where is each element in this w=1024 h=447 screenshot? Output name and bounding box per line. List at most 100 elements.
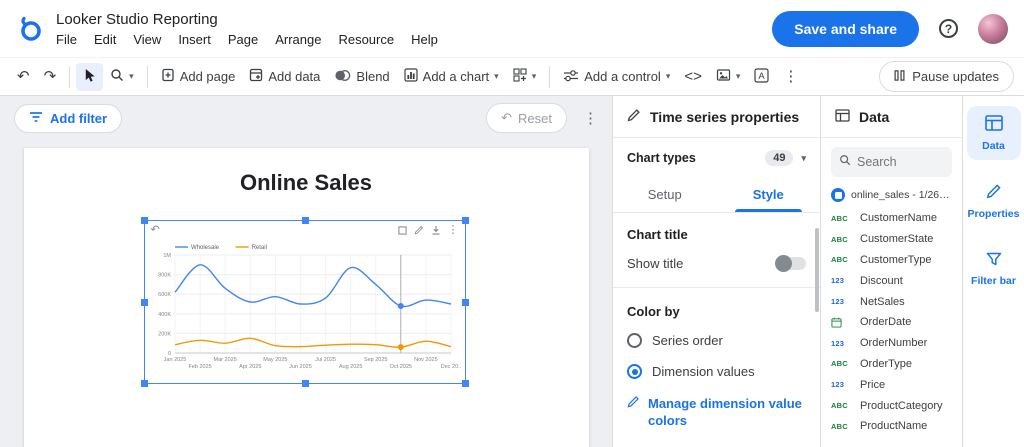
embed-url-button[interactable]: <> xyxy=(677,65,709,89)
field-productcategory[interactable]: ABC ProductCategory xyxy=(821,395,962,416)
chart-edit-icon[interactable] xyxy=(414,225,424,235)
manage-link-label: Manage dimension value colors xyxy=(648,396,802,428)
chevron-down-icon: ▾ xyxy=(665,71,671,81)
undo-button[interactable]: ↶ xyxy=(10,65,37,89)
field-name: ProductName xyxy=(860,420,928,433)
rail-filter-bar-button[interactable]: Filter bar xyxy=(967,242,1021,296)
search-input[interactable] xyxy=(857,155,937,169)
resize-handle-n[interactable] xyxy=(301,217,309,224)
menubar: File Edit View Insert Page Arrange Resource Hel… xyxy=(56,32,438,47)
field-productname[interactable]: ABC ProductName xyxy=(821,416,962,437)
menu-help[interactable]: Help xyxy=(411,32,438,47)
add-text-button[interactable]: A xyxy=(747,63,776,91)
add-chart-button[interactable]: Add a chart ▾ xyxy=(397,63,506,90)
show-title-toggle[interactable] xyxy=(775,255,806,272)
rail-data-button[interactable]: Data xyxy=(966,106,1021,160)
resize-handle-nw[interactable] xyxy=(140,217,148,224)
looker-studio-logo-icon[interactable] xyxy=(16,15,44,43)
chart-types-selector[interactable]: Chart types 49 ▾ xyxy=(613,138,820,178)
resize-handle-sw[interactable] xyxy=(140,380,148,387)
add-image-button[interactable]: ▾ xyxy=(709,64,748,89)
show-title-label: Show title xyxy=(627,256,684,271)
manage-dimension-colors-link[interactable]: Manage dimension value colors xyxy=(627,395,806,429)
svg-text:Jan 2025: Jan 2025 xyxy=(163,357,186,363)
add-filter-button[interactable]: Add filter xyxy=(14,103,123,133)
data-source-row[interactable]: online_sales - 1/26/26,... xyxy=(821,181,962,208)
canvas-toolbar-right: ↶ Reset ⋮ xyxy=(486,103,602,133)
menu-arrange[interactable]: Arrange xyxy=(275,32,321,47)
svg-text:Aug 2025: Aug 2025 xyxy=(338,364,362,370)
field-customername[interactable]: ABC CustomerName xyxy=(821,208,962,229)
community-visualizations-button[interactable]: ▾ xyxy=(506,63,544,90)
help-icon[interactable]: ? xyxy=(939,19,958,38)
field-customertype[interactable]: ABC CustomerType xyxy=(821,250,962,271)
toolbar-more-button[interactable]: ⋮ xyxy=(776,65,805,89)
radio-unchecked-icon xyxy=(627,333,642,348)
number-field-icon: 123 xyxy=(831,338,845,348)
svg-text:200K: 200K xyxy=(158,331,171,337)
field-ordernumber[interactable]: 123 OrderNumber xyxy=(821,333,962,354)
pause-updates-button[interactable]: Pause updates xyxy=(879,61,1014,92)
field-orderdate[interactable]: OrderDate xyxy=(821,312,962,333)
resize-handle-w[interactable] xyxy=(140,299,148,306)
rail-filter-bar-label: Filter bar xyxy=(971,274,1016,287)
svg-text:400K: 400K xyxy=(158,312,171,318)
menu-insert[interactable]: Insert xyxy=(178,32,211,47)
tab-style[interactable]: Style xyxy=(717,178,821,212)
report-page[interactable]: Online Sales ↶ ⋮ 0 200K 400K 600K 800K 1M Jan … xyxy=(23,148,589,447)
field-name: CustomerType xyxy=(860,253,932,266)
page-title-text[interactable]: Online Sales xyxy=(24,148,589,196)
blend-button[interactable]: Blend xyxy=(327,64,396,90)
field-discount[interactable]: 123 Discount xyxy=(821,270,962,291)
resize-handle-se[interactable] xyxy=(461,380,469,387)
text-field-icon: ABC xyxy=(831,401,848,411)
svg-text:Dec 20..: Dec 20.. xyxy=(440,364,461,370)
rail-properties-button[interactable]: Properties xyxy=(967,174,1021,228)
field-customerstate[interactable]: ABC CustomerState xyxy=(821,229,962,250)
chart-download-icon[interactable] xyxy=(431,225,441,235)
menu-view[interactable]: View xyxy=(133,32,161,47)
field-ordertype[interactable]: ABC OrderType xyxy=(821,354,962,375)
add-data-icon xyxy=(249,68,263,85)
app-header: Looker Studio Reporting File Edit View Inse… xyxy=(0,0,1024,58)
redo-button[interactable]: ↷ xyxy=(37,65,64,89)
resize-handle-e[interactable] xyxy=(461,299,469,306)
text-field-icon: ABC xyxy=(831,234,848,244)
add-data-button[interactable]: Add data xyxy=(242,63,327,90)
zoom-tool-button[interactable]: ▾ xyxy=(103,63,141,90)
menu-resource[interactable]: Resource xyxy=(338,32,394,47)
field-name: Discount xyxy=(860,274,903,287)
field-name: CustomerState xyxy=(860,233,934,246)
chart-types-count-badge: 49 xyxy=(765,150,794,166)
select-tool-button[interactable] xyxy=(76,62,104,91)
radio-series-order[interactable]: Series order xyxy=(627,333,806,348)
menu-edit[interactable]: Edit xyxy=(94,32,116,47)
field-price[interactable]: 123 Price xyxy=(821,374,962,395)
menu-page[interactable]: Page xyxy=(228,32,258,47)
resize-handle-s[interactable] xyxy=(301,380,309,387)
props-body: Chart title Show title Color by Series o… xyxy=(613,213,820,429)
time-series-chart-widget[interactable]: ↶ ⋮ 0 200K 400K 600K 800K 1M Jan 2025 Feb 2025 M… xyxy=(140,217,469,387)
resize-handle-ne[interactable] xyxy=(461,217,469,224)
data-source-name: online_sales - 1/26/26,... xyxy=(851,189,952,201)
save-and-share-button[interactable]: Save and share xyxy=(772,10,919,47)
menu-file[interactable]: File xyxy=(56,32,77,47)
canvas-more-menu[interactable]: ⋮ xyxy=(579,107,602,129)
radio-dimension-values[interactable]: Dimension values xyxy=(627,364,806,379)
control-slider-icon xyxy=(563,69,579,85)
svg-text:Apr 2025: Apr 2025 xyxy=(239,364,261,370)
data-source-icon xyxy=(831,188,845,202)
panel-scrollbar[interactable] xyxy=(815,228,819,312)
add-page-button[interactable]: Add page xyxy=(154,63,243,90)
reset-button[interactable]: ↶ Reset xyxy=(486,103,567,133)
chart-fullscreen-icon[interactable] xyxy=(397,225,407,235)
chart-more-icon[interactable]: ⋮ xyxy=(448,224,459,236)
chart-undo-icon[interactable]: ↶ xyxy=(151,224,160,236)
field-netsales[interactable]: 123 NetSales xyxy=(821,291,962,312)
avatar[interactable] xyxy=(978,13,1008,44)
radio-dimension-values-label: Dimension values xyxy=(652,364,755,379)
tab-setup[interactable]: Setup xyxy=(613,178,717,212)
add-control-button[interactable]: Add a control ▾ xyxy=(556,64,677,90)
add-page-label: Add page xyxy=(179,69,236,84)
chevron-down-icon: ▾ xyxy=(129,71,134,81)
